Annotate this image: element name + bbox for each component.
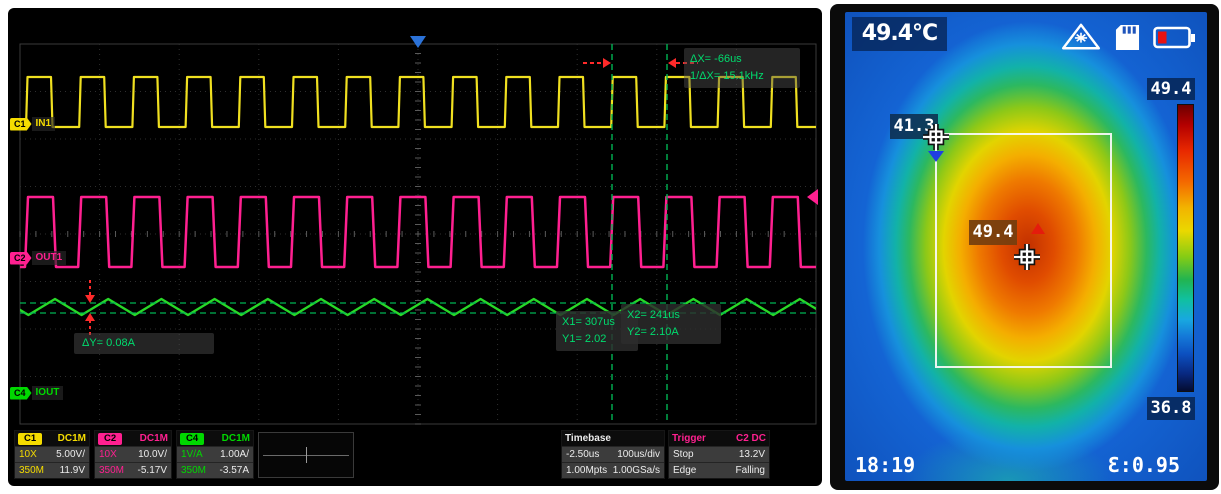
channel-tag-c1[interactable]: C1 IN1 [10,117,55,131]
battery-low-icon [1153,26,1195,49]
cold-spot-arrow-icon [928,151,944,162]
c2-bandwidth: 350M [99,465,124,476]
cold-spot-crosshair-icon [919,120,953,154]
timebase-memory: 1.00Mpts [566,465,607,476]
c1-bandwidth: 350M [19,465,44,476]
main-temperature-readout: 49.4°C [852,17,947,51]
trigger-source: C2 DC [736,433,766,444]
c2-scale: 10.0V/ [138,449,167,460]
timebase-samplerate: 1.00GSa/s [613,465,660,476]
laser-warning-icon [1060,22,1102,52]
c1-probe: 10X [19,449,37,460]
c2-coupling: DC1M [140,433,168,444]
channel-info-c2[interactable]: C2 DC1M 10X 10.0V/ 350M -5.17V [94,430,172,479]
c4-offset: -3.57A [220,465,249,476]
delta-y-readout: ΔY= 0.08A [74,333,214,354]
temperature-scale-bar [1177,104,1194,392]
c2-label: OUT1 [32,251,67,265]
sd-card-icon [1115,24,1140,51]
c4-probe: 1V/A [181,449,203,460]
y2-value: Y2= 2.10A [627,324,715,341]
trigger-title: Trigger [672,433,706,444]
thermal-camera-panel: 49.4°C [830,4,1219,490]
graticule [20,44,816,424]
trigger-info[interactable]: Trigger C2 DC Stop 13.2V Edge Falling [668,430,770,479]
timebase-info[interactable]: Timebase -2.50us 100us/div 1.00Mpts 1.00GS… [561,430,665,479]
c1-label: IN1 [32,117,56,131]
scale-max-label: 49.4 [1147,78,1195,100]
waveform-c2 [18,197,822,267]
hot-spot-crosshair-icon [1010,240,1044,274]
emissivity-readout: Ɛ:0.95 [1108,453,1180,477]
c1-coupling: DC1M [58,433,86,444]
cursor-x2y2-readout: X2= 241us Y2= 2.10A [621,304,721,344]
trigger-level-marker[interactable] [807,189,818,205]
trigger-mode: Stop [673,449,694,460]
dy-value: ΔY= 0.08A [82,337,135,349]
c1-scale: 5.00V/ [56,449,85,460]
trigger-position-marker[interactable] [410,36,426,48]
trigger-type: Edge [673,465,696,476]
x2-value: X2= 241us [627,307,715,324]
c1-offset: 11.9V [60,465,85,476]
delta-x-readout: ΔX= -66us 1/ΔX= 15.1kHz [684,48,800,88]
c4-badge: C4 [10,387,32,400]
c2-probe: 10X [99,449,117,460]
c4-scale: 1.00A/ [220,449,249,460]
trigger-level: 13.2V [739,449,765,460]
timebase-scale: 100us/div [617,449,660,460]
c4-bandwidth: 350M [181,465,206,476]
position-marker [306,447,307,463]
channel-tag-c2[interactable]: C2 OUT1 [10,251,66,265]
c2-offset: -5.17V [138,465,167,476]
c4-info-badge: C4 [180,433,204,445]
c4-coupling: DC1M [222,433,250,444]
timebase-delay: -2.50us [566,449,599,460]
clock-readout: 18:19 [855,453,915,477]
trigger-slope: Falling [736,465,765,476]
trigger-position-widget[interactable] [258,432,354,478]
c1-badge: C1 [10,118,32,131]
thermal-image: 49.4°C [845,12,1207,481]
timebase-title: Timebase [565,433,611,444]
hot-spot-arrow-icon [1031,223,1045,234]
screenshot-stage: C1 IN1 C2 OUT1 C4 IOUT ΔX= -66us 1/ΔX= 1… [0,0,1221,494]
c4-label: IOUT [32,386,64,400]
status-icon-row [1060,22,1195,52]
c2-info-badge: C2 [98,433,122,445]
c1-info-badge: C1 [18,433,42,445]
inv-dx-value: 1/ΔX= 15.1kHz [690,68,794,85]
delta-x-indicator [583,58,698,68]
oscilloscope-panel: C1 IN1 C2 OUT1 C4 IOUT ΔX= -66us 1/ΔX= 1… [8,8,822,486]
waveforms [8,77,822,315]
dx-value: ΔX= -66us [690,51,794,68]
channel-info-c1[interactable]: C1 DC1M 10X 5.00V/ 350M 11.9V [14,430,90,479]
scale-min-label: 36.8 [1147,397,1195,420]
channel-tag-c4[interactable]: C4 IOUT [10,386,63,400]
channel-info-c4[interactable]: C4 DC1M 1V/A 1.00A/ 350M -3.57A [176,430,254,479]
c2-badge: C2 [10,252,32,265]
